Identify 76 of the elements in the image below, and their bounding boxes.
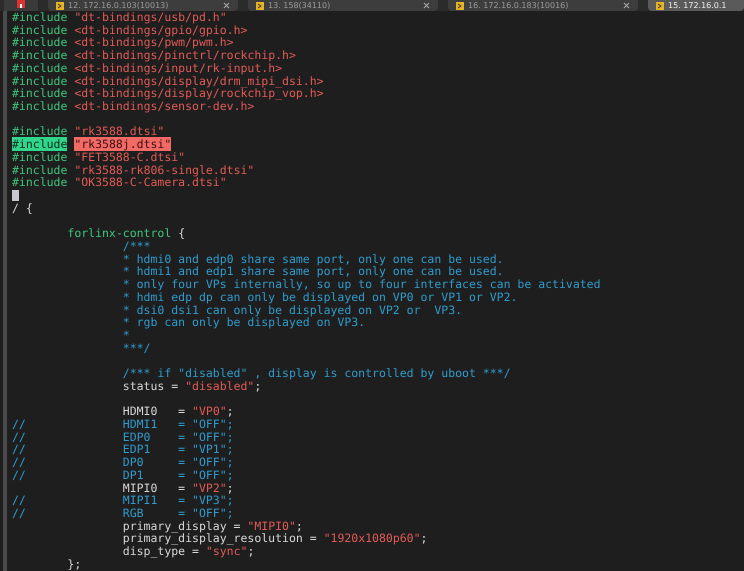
code-comment: * hdmi edp dp can only be displayed on VP0 or VP1 or VP2.	[122, 290, 518, 304]
code-comment: ***/	[122, 340, 150, 355]
tab[interactable]: 16. 172.16.0.183(10016)	[448, 0, 638, 11]
code-text: ;	[247, 544, 254, 558]
string-literal: "VP0"	[192, 404, 227, 418]
text-cursor	[12, 190, 19, 202]
code-text: ;	[296, 518, 303, 533]
code-comment: /***	[122, 238, 150, 253]
string-literal: "disabled"	[185, 378, 254, 393]
tab[interactable]: 13. 158(34110)	[248, 0, 438, 11]
highlighted-string: "rk3588j.dtsi"	[74, 137, 172, 152]
close-icon[interactable]	[623, 2, 630, 9]
code-text: MIPI0 =	[122, 480, 186, 495]
string-literal: "sync"	[206, 544, 248, 558]
terminal-icon	[656, 2, 664, 10]
directive-keyword: #include	[12, 99, 68, 114]
code-comment: * dsi0 dsi1 can only be displayed on VP2 or VP3.	[122, 302, 462, 317]
close-icon[interactable]	[423, 2, 430, 9]
code-comment: // DP0 = "OFF";	[12, 455, 234, 470]
code-comment: * hdmi0 and edp0 share same port, only one can be used.	[122, 252, 504, 266]
string-literal: "FET3588-C.dtsi"	[74, 150, 186, 164]
code-text: / {	[12, 200, 33, 215]
code-text: primary_display =	[122, 518, 240, 533]
string-literal: <dt-bindings/pinctrl/rockchip.h>	[74, 48, 296, 62]
string-literal: "rk3588-rk806-single.dtsi"	[74, 162, 254, 177]
directive-keyword: #include	[12, 86, 68, 100]
directive-keyword: #include	[12, 60, 68, 75]
directive-keyword: #include	[12, 35, 68, 50]
directive-keyword: #include	[12, 74, 68, 88]
directive-keyword: #include	[12, 150, 68, 164]
string-literal: "VP2"	[192, 480, 227, 495]
code-comment: // DP1 = "OFF";	[12, 468, 234, 482]
tab[interactable]: 15. 172.16.0.1	[648, 0, 744, 11]
code-text: {	[178, 226, 186, 240]
directive-keyword: #include	[12, 175, 68, 190]
code-comment: // RGB = "OFF";	[12, 506, 234, 520]
directive-keyword: #include	[12, 124, 68, 138]
highlighted-directive: #include	[12, 137, 68, 152]
code-text: ;	[226, 480, 234, 495]
string-literal: "rk3588.dtsi"	[74, 124, 164, 138]
directive-keyword: #include	[12, 22, 68, 37]
code-comment: // HDMI1 = "OFF";	[12, 417, 234, 431]
terminal-icon	[56, 2, 64, 10]
directive-keyword: #include	[12, 10, 68, 24]
string-literal: "MIPI0"	[247, 518, 296, 533]
string-literal: <dt-bindings/input/rk-input.h>	[74, 60, 282, 75]
code-comment: /*** if "disabled" , display is controlled by uboot ***/	[122, 366, 511, 380]
code-text: ;	[226, 404, 234, 418]
home-icon[interactable]	[15, 0, 27, 8]
code-text: status =	[122, 378, 178, 393]
code-text: ;	[420, 531, 428, 546]
code-comment: * hdmi1 and edp1 share same port, only one can be used.	[122, 264, 504, 278]
code-comment: * only four VPs internally, so up to four interfaces can be activated	[122, 277, 601, 292]
node-name: forlinx-control	[66, 226, 172, 240]
tab[interactable]: 12. 172.16.0.103(10013)	[48, 0, 238, 11]
code-text: };	[66, 556, 82, 571]
string-literal: <dt-bindings/gpio/gpio.h>	[74, 22, 248, 37]
close-icon[interactable]	[223, 2, 230, 9]
code-comment: // MIPI1 = "VP3";	[12, 493, 234, 508]
code-comment: // EDP1 = "VP1";	[12, 442, 234, 456]
directive-keyword: #include	[12, 162, 68, 177]
code-comment: *	[122, 328, 130, 342]
string-literal: "dt-bindings/usb/pd.h"	[74, 10, 227, 24]
string-literal: "1920x1080p60"	[324, 531, 421, 546]
terminal-icon	[456, 2, 464, 10]
code-text: disp_type =	[122, 544, 199, 558]
string-literal: "OK3588-C-Camera.dtsi"	[74, 175, 227, 190]
terminal-icon	[256, 2, 264, 10]
code-comment: * rgb can only be displayed on VP3.	[122, 315, 366, 330]
code-comment: // EDP0 = "OFF";	[12, 430, 234, 444]
string-literal: <dt-bindings/display/drm_mipi_dsi.h>	[74, 74, 324, 88]
string-literal: <dt-bindings/pwm/pwm.h>	[74, 35, 234, 50]
code-text: ;	[254, 378, 262, 393]
string-literal: <dt-bindings/sensor-dev.h>	[74, 99, 254, 114]
directive-keyword: #include	[12, 48, 68, 62]
code-text: HDMI0 =	[122, 404, 186, 418]
